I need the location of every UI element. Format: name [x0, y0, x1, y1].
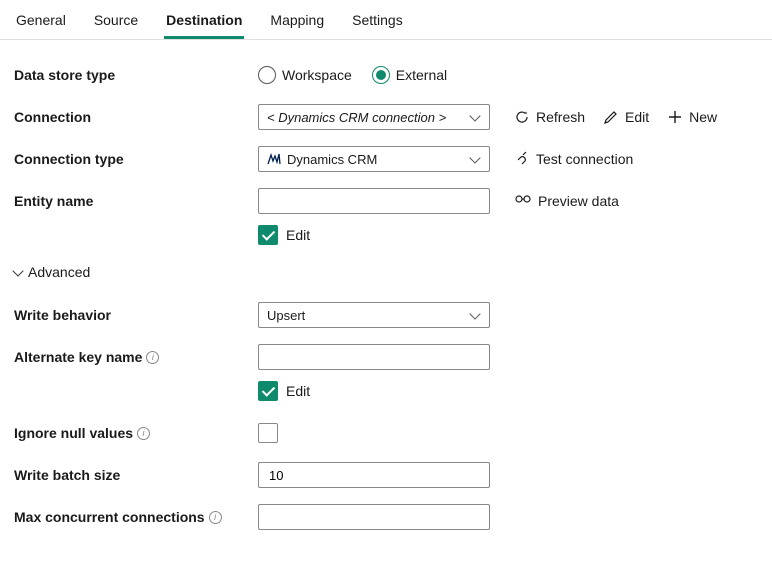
edit-connection-button[interactable]: Edit	[603, 109, 649, 125]
connection-type-label: Connection type	[14, 151, 258, 167]
write-behavior-value: Upsert	[267, 308, 305, 323]
radio-external[interactable]: External	[372, 66, 447, 84]
alternate-key-name-input-wrap	[258, 344, 490, 370]
max-concurrent-connections-input-wrap	[258, 504, 490, 530]
ignore-null-values-label: Ignore null values i	[14, 425, 258, 441]
new-connection-button[interactable]: New	[667, 109, 717, 125]
tabs: General Source Destination Mapping Setti…	[0, 0, 772, 40]
radio-external-label: External	[396, 67, 447, 83]
radio-workspace[interactable]: Workspace	[258, 66, 352, 84]
info-icon: i	[209, 511, 222, 524]
preview-data-label: Preview data	[538, 193, 619, 209]
refresh-label: Refresh	[536, 109, 585, 125]
ignore-null-values-checkbox[interactable]	[258, 423, 278, 443]
preview-data-icon	[514, 194, 532, 208]
info-icon: i	[146, 351, 159, 364]
entity-name-edit-label: Edit	[286, 227, 310, 243]
alternate-key-name-input[interactable]	[267, 345, 481, 369]
radio-icon	[372, 66, 390, 84]
refresh-icon	[514, 109, 530, 125]
chevron-down-icon	[469, 152, 480, 163]
test-connection-label: Test connection	[536, 151, 633, 167]
entity-name-input[interactable]	[267, 189, 481, 213]
preview-data-button[interactable]: Preview data	[514, 193, 619, 209]
chevron-down-icon	[469, 110, 480, 121]
chevron-down-icon	[469, 308, 480, 319]
tab-mapping[interactable]: Mapping	[268, 8, 326, 39]
connection-type-value: Dynamics CRM	[287, 152, 377, 167]
plus-icon	[667, 109, 683, 125]
tab-source[interactable]: Source	[92, 8, 140, 39]
tab-settings[interactable]: Settings	[350, 8, 405, 39]
connection-select-value: < Dynamics CRM connection >	[267, 110, 446, 125]
tab-destination[interactable]: Destination	[164, 8, 244, 39]
info-icon: i	[137, 427, 150, 440]
advanced-label: Advanced	[28, 264, 90, 280]
chevron-down-icon	[12, 265, 23, 276]
max-concurrent-connections-input[interactable]	[267, 505, 481, 529]
max-concurrent-connections-label: Max concurrent connections i	[14, 509, 258, 525]
test-connection-button[interactable]: Test connection	[514, 151, 633, 167]
radio-workspace-label: Workspace	[282, 67, 352, 83]
tab-general[interactable]: General	[14, 8, 68, 39]
pencil-icon	[603, 109, 619, 125]
write-batch-size-input[interactable]	[267, 463, 481, 487]
radio-icon	[258, 66, 276, 84]
alternate-key-name-label: Alternate key name i	[14, 349, 258, 365]
write-behavior-label: Write behavior	[14, 307, 258, 323]
refresh-button[interactable]: Refresh	[514, 109, 585, 125]
dynamics-crm-icon	[267, 153, 281, 165]
destination-form: Data store type Workspace External Conne…	[0, 40, 772, 566]
write-batch-size-input-wrap	[258, 462, 490, 488]
advanced-toggle[interactable]: Advanced	[14, 264, 758, 280]
alternate-key-edit-label: Edit	[286, 383, 310, 399]
entity-name-edit-checkbox[interactable]	[258, 225, 278, 245]
test-connection-icon	[514, 151, 530, 167]
new-label: New	[689, 109, 717, 125]
write-behavior-select[interactable]: Upsert	[258, 302, 490, 328]
write-batch-size-label: Write batch size	[14, 467, 258, 483]
entity-name-input-wrap	[258, 188, 490, 214]
connection-select[interactable]: < Dynamics CRM connection >	[258, 104, 490, 130]
alternate-key-edit-checkbox[interactable]	[258, 381, 278, 401]
connection-type-select[interactable]: Dynamics CRM	[258, 146, 490, 172]
connection-label: Connection	[14, 109, 258, 125]
data-store-type-label: Data store type	[14, 67, 258, 83]
entity-name-label: Entity name	[14, 193, 258, 209]
edit-label: Edit	[625, 109, 649, 125]
